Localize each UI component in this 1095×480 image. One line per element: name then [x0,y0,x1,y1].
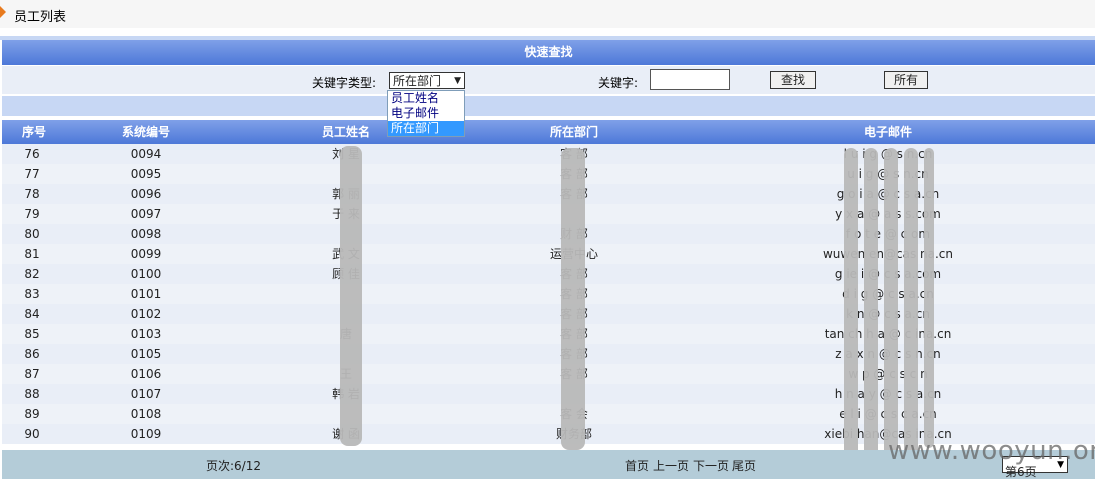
col-email: 电子邮件 [863,125,913,139]
next-page-link[interactable]: 下一页 [693,457,729,474]
keyword-type-options: 员工姓名 电子邮件 所在部门 [387,90,465,137]
row-sys-id: 0098 [130,227,162,241]
row-seq: 81 [24,247,40,261]
row-sys-id: 0103 [130,327,162,341]
redaction-email-1 [844,148,858,460]
row-sys-id: 0096 [130,187,162,201]
redaction-dept [561,148,585,450]
dropdown-arrow-icon: ▼ [454,76,461,86]
row-seq: 90 [24,427,40,441]
row-seq: 76 [24,147,40,161]
row-sys-id: 0094 [130,147,162,161]
col-name: 员工姓名 [321,125,371,139]
row-sys-id: 0102 [130,307,162,321]
row-sys-id: 0108 [130,407,162,421]
all-button[interactable]: 所有 [884,71,928,89]
row-sys-id: 0095 [130,167,162,181]
row-sys-id: 0100 [130,267,162,281]
row-seq: 77 [24,167,40,181]
keyword-type-label: 关键字类型: [312,76,377,90]
row-seq: 88 [24,387,40,401]
keyword-type-select[interactable]: 所在部门 ▼ [389,72,465,89]
redaction-name [340,146,362,446]
keyword-input[interactable] [650,69,730,90]
row-seq: 78 [24,187,40,201]
row-seq: 84 [24,307,40,321]
prev-page-link[interactable]: 上一页 [653,457,689,474]
quick-search-row: 关键字类型: 所在部门 ▼ 关键字: 查找 所有 [2,66,1095,94]
row-sys-id: 0097 [130,207,162,221]
last-page-link[interactable]: 尾页 [732,457,756,474]
keyword-type-selected: 所在部门 [393,74,442,88]
option-department[interactable]: 所在部门 [388,121,464,136]
search-button[interactable]: 查找 [770,71,816,89]
arrow-icon [0,6,6,18]
row-sys-id: 0106 [130,367,162,381]
row-seq: 85 [24,327,40,341]
row-seq: 87 [24,367,40,381]
redaction-email-5 [924,148,934,448]
spacer-band [2,96,1095,116]
redaction-email-4 [904,148,918,460]
col-seq: 序号 [21,125,47,139]
row-seq: 80 [24,227,40,241]
page-select-value: 第6页 [1005,465,1037,479]
row-seq: 79 [24,207,40,221]
row-sys-id: 0109 [130,427,162,441]
row-seq: 83 [24,287,40,301]
col-sys-id: 系统编号 [121,125,171,139]
page-title: 员工列表 [14,10,67,25]
keyword-label: 关键字: [598,76,639,90]
option-employee-name[interactable]: 员工姓名 [388,91,464,106]
col-dept: 所在部门 [549,125,599,139]
row-seq: 89 [24,407,40,421]
watermark: www.wooyun.org [888,436,1095,466]
row-sys-id: 0105 [130,347,162,361]
title-bar: 员工列表 [0,0,1095,28]
table-header: 序号 系统编号 员工姓名 所在部门 电子邮件 [2,120,1095,144]
spacer [0,28,1095,36]
option-email[interactable]: 电子邮件 [388,106,464,121]
row-seq: 86 [24,347,40,361]
row-seq: 82 [24,267,40,281]
quick-search-header: 快速查找 [2,40,1095,65]
redaction-email-3 [884,148,898,460]
redaction-email-2 [864,148,878,460]
row-sys-id: 0099 [130,247,162,261]
page-info: 页次:6/12 [206,459,261,473]
first-page-link[interactable]: 首页 [625,457,649,474]
row-sys-id: 0107 [130,387,162,401]
row-sys-id: 0101 [130,287,162,301]
